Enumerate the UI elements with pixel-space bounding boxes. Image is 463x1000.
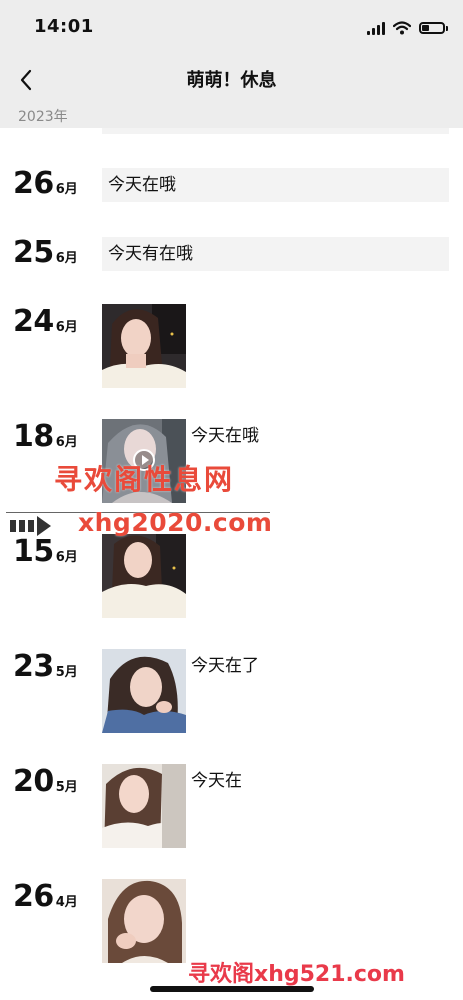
status-time: 14:01 xyxy=(34,16,94,37)
status-bar: 14:01 xyxy=(0,0,463,56)
battery-fill xyxy=(422,25,429,31)
moments-page: 14:01 萌萌！休息 2023年 26 6月 今天在哦 25 6月 今天有在哦… xyxy=(0,0,463,1000)
status-icons xyxy=(367,18,448,38)
post-date: 15 6月 xyxy=(13,534,78,569)
watermark-url: xhg2020.com xyxy=(78,508,273,537)
arrow-right-icon xyxy=(10,516,51,536)
post-month: 4月 xyxy=(55,895,78,910)
post-day: 26 xyxy=(13,166,54,201)
post-caption: 今天在哦 xyxy=(191,426,259,446)
post-day: 15 xyxy=(13,534,54,569)
post-day: 25 xyxy=(13,235,54,270)
home-indicator[interactable] xyxy=(150,986,314,992)
post-photo[interactable] xyxy=(102,879,186,963)
battery-icon xyxy=(419,22,448,34)
post-month: 5月 xyxy=(55,665,78,680)
post-photo[interactable] xyxy=(102,534,186,618)
year-label: 2023年 xyxy=(18,109,68,125)
post-date: 20 5月 xyxy=(13,764,78,799)
post-month: 6月 xyxy=(55,550,78,565)
post-caption: 今天在 xyxy=(191,771,242,791)
post-date: 26 6月 xyxy=(13,166,78,201)
signal-icon xyxy=(367,21,385,35)
post-text[interactable]: 今天在哦 xyxy=(102,168,449,202)
watermark-bottom: 寻欢阁xhg521.com xyxy=(188,962,405,987)
previous-post-edge xyxy=(102,128,449,134)
post-day: 20 xyxy=(13,764,54,799)
post-photo[interactable] xyxy=(102,649,186,733)
post-date: 23 5月 xyxy=(13,649,78,684)
post-photo[interactable] xyxy=(102,764,186,848)
post-day: 26 xyxy=(13,879,54,914)
post-month: 6月 xyxy=(55,182,78,197)
post-date: 18 6月 xyxy=(13,419,78,454)
watermark-title: 寻欢阁性息网 xyxy=(54,463,235,496)
post-caption: 今天在了 xyxy=(191,656,259,676)
post-day: 23 xyxy=(13,649,54,684)
wifi-icon xyxy=(393,21,411,35)
post-month: 5月 xyxy=(55,780,78,795)
post-day: 24 xyxy=(13,304,54,339)
post-month: 6月 xyxy=(55,435,78,450)
post-date: 25 6月 xyxy=(13,235,78,270)
nav-bar: 萌萌！休息 xyxy=(0,56,463,102)
post-photo[interactable] xyxy=(102,304,186,388)
post-date: 26 4月 xyxy=(13,879,78,914)
post-date: 24 6月 xyxy=(13,304,78,339)
post-month: 6月 xyxy=(55,251,78,266)
post-text[interactable]: 今天有在哦 xyxy=(102,237,449,271)
year-header: 2023年 xyxy=(0,102,463,128)
post-day: 18 xyxy=(13,419,54,454)
post-month: 6月 xyxy=(55,320,78,335)
page-title: 萌萌！休息 xyxy=(186,70,277,91)
